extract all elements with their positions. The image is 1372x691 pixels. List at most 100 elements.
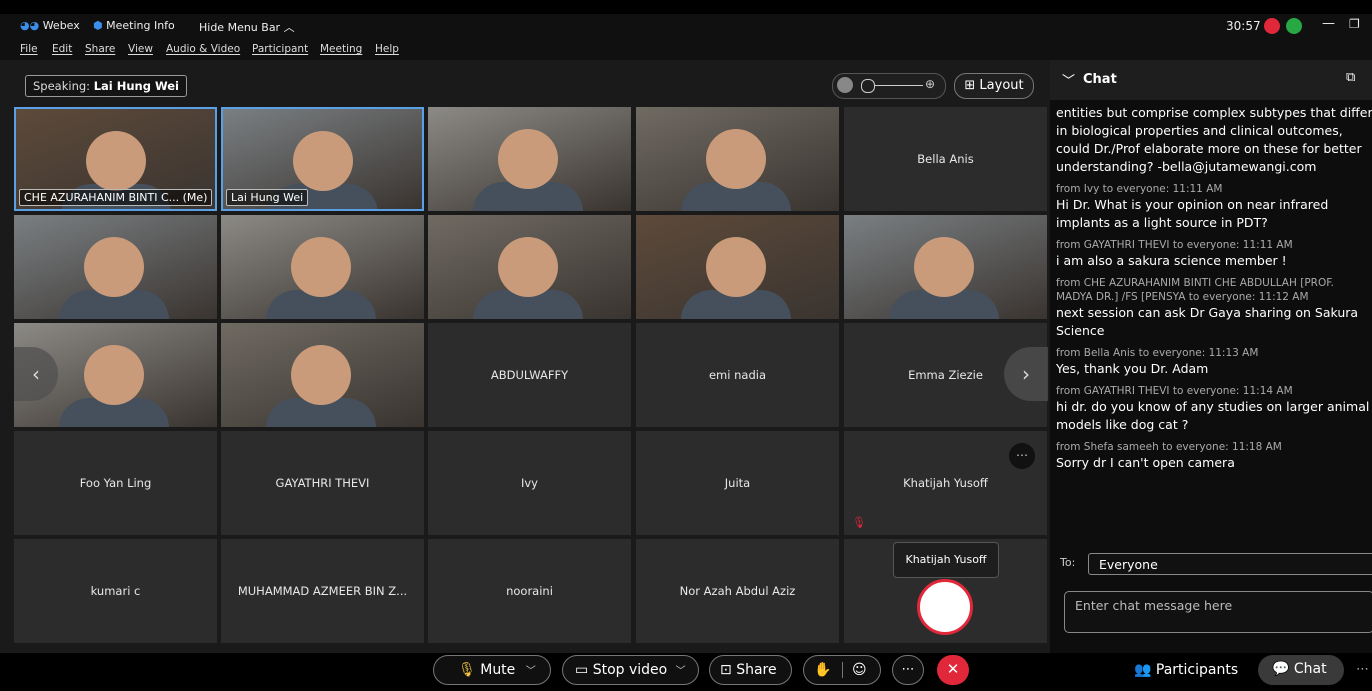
participant-tile[interactable]: Khatijah Yusoff ⋯ 🎙 — [844, 431, 1047, 535]
meeting-timer: 30:57 — [1226, 19, 1261, 33]
recording-icon[interactable] — [1264, 18, 1280, 34]
chat-message-text: implants as a light source in PDT? — [1056, 215, 1268, 230]
participant-tile[interactable] — [636, 215, 839, 319]
restore-icon[interactable]: ❐ — [1349, 17, 1360, 31]
chat-message-meta: from GAYATHRI THEVI to everyone: 11:14 A… — [1056, 385, 1293, 397]
chevron-up-icon: ︿ — [283, 21, 295, 34]
participant-name: emi nadia — [708, 368, 766, 382]
chevron-down-icon: ﹀ — [525, 666, 536, 677]
chat-input[interactable]: Enter chat message here — [1064, 591, 1372, 633]
share-screen-icon: ⊡ — [720, 662, 732, 678]
video-camera-icon: ▭ — [575, 662, 589, 678]
more-options-button[interactable]: ⋯ — [892, 655, 924, 685]
chat-message-text: i am also a sakura science member ! — [1056, 253, 1287, 268]
participant-name: Foo Yan Ling — [79, 476, 152, 490]
participant-name: GAYATHRI THEVI — [275, 476, 370, 490]
participants-button[interactable]: 👥 Participants — [1134, 662, 1238, 678]
chat-header: ﹀ Chat ⧉ — [1050, 60, 1372, 100]
participant-name: MUHAMMAD AZMEER BIN Z... — [237, 584, 408, 598]
participant-tile[interactable]: kumari c — [14, 539, 217, 643]
participant-tile[interactable] — [221, 215, 424, 319]
participant-video — [291, 237, 351, 297]
chat-message-meta: from Bella Anis to everyone: 11:13 AM — [1056, 347, 1259, 359]
participant-video — [498, 129, 558, 189]
chat-message-list[interactable]: entities but comprise complex subtypes t… — [1056, 104, 1372, 472]
participant-name: Juita — [724, 476, 751, 490]
overflow-icon[interactable]: ⋯ — [1356, 662, 1369, 677]
participant-tile[interactable]: nooraini — [428, 539, 631, 643]
zoom-handle[interactable] — [861, 79, 875, 93]
shield-icon: ⬢ — [93, 19, 103, 32]
chat-message-text: models like dog cat ? — [1056, 417, 1189, 432]
chat-message-text: Sorry dr I can't open camera — [1056, 455, 1235, 470]
chat-button[interactable]: 💬 Chat — [1258, 655, 1344, 685]
chat-message-text: entities but comprise complex subtypes t… — [1056, 105, 1372, 120]
chevron-down-icon: ﹀ — [675, 666, 686, 677]
participant-video — [706, 129, 766, 189]
participant-tile[interactable] — [428, 215, 631, 319]
participant-tile[interactable]: ABDULWAFFY — [428, 323, 631, 427]
chat-message-text: Hi Dr. What is your opinion on near infr… — [1056, 197, 1329, 212]
menu-file[interactable]: File — [20, 43, 38, 55]
menu-audio-video[interactable]: Audio & Video — [166, 43, 240, 55]
participant-tile[interactable] — [221, 323, 424, 427]
participant-tile[interactable]: Bella Anis — [844, 107, 1047, 211]
menu-meeting[interactable]: Meeting — [320, 43, 362, 55]
participant-tile[interactable] — [636, 107, 839, 211]
menu-edit[interactable]: Edit — [52, 43, 72, 55]
menu-help[interactable]: Help — [375, 43, 399, 55]
participant-name: Nor Azah Abdul Aziz — [679, 584, 796, 598]
chevron-down-icon[interactable]: ﹀ — [1062, 70, 1075, 89]
participant-tile[interactable]: emi nadia — [636, 323, 839, 427]
mute-button[interactable]: 🎙 Mute ﹀ — [433, 655, 551, 685]
participant-tile[interactable]: GAYATHRI THEVI — [221, 431, 424, 535]
chat-message-text: Science — [1056, 323, 1105, 338]
participant-video — [84, 345, 144, 405]
menu-participant[interactable]: Participant — [252, 43, 308, 55]
participant-tooltip: Khatijah Yusoff — [893, 542, 999, 578]
app-title[interactable]: ◕◕ Webex — [20, 19, 80, 32]
end-call-button[interactable]: ✕ — [937, 655, 969, 685]
chat-message-meta: from GAYATHRI THEVI to everyone: 11:11 A… — [1056, 239, 1293, 251]
menu-share[interactable]: Share — [85, 43, 115, 55]
participant-name: ABDULWAFFY — [490, 368, 569, 382]
avatar — [917, 579, 973, 635]
participant-tile[interactable]: Lai Hung Wei — [221, 107, 424, 211]
grid-icon: ⊞ — [964, 78, 976, 93]
participant-tile[interactable] — [14, 215, 217, 319]
emoji-reaction-icon[interactable]: ☺ — [852, 656, 867, 684]
layout-button[interactable]: ⊞ Layout — [954, 73, 1034, 99]
reactions-group: ✋ ☺ — [803, 655, 881, 685]
participant-video — [706, 237, 766, 297]
network-icon[interactable] — [1286, 18, 1302, 34]
menu-view[interactable]: View — [128, 43, 153, 55]
recipient-select[interactable]: Everyone — [1088, 553, 1372, 575]
hide-menu-bar-button[interactable]: Hide Menu Bar ︿ — [199, 19, 295, 35]
participant-tile[interactable] — [428, 107, 631, 211]
raise-hand-icon[interactable]: ✋ — [814, 656, 831, 684]
chat-recipient-row: To: Everyone — [1060, 553, 1372, 575]
participant-tile[interactable]: Nor Azah Abdul Aziz — [636, 539, 839, 643]
meeting-info-button[interactable]: ⬢ Meeting Info — [93, 19, 175, 32]
microphone-icon: 🎙 — [458, 662, 476, 678]
divider — [842, 662, 843, 678]
popout-icon[interactable]: ⧉ — [1346, 70, 1355, 85]
minimize-icon[interactable]: — — [1322, 16, 1335, 31]
control-bar: 🎙 Mute ﹀ ▭ Stop video ﹀ ⊡ Share ✋ ☺ ⋯ ✕ … — [0, 653, 1372, 691]
zoom-out-icon[interactable] — [837, 77, 853, 93]
zoom-slider[interactable]: ⊕ — [832, 73, 946, 99]
speaking-indicator: Speaking: Lai Hung Wei — [25, 75, 187, 97]
participant-tile[interactable]: MUHAMMAD AZMEER BIN Z... — [221, 539, 424, 643]
participant-tile[interactable] — [844, 215, 1047, 319]
participant-tile[interactable]: Ivy — [428, 431, 631, 535]
participant-video — [293, 131, 353, 191]
zoom-in-icon[interactable]: ⊕ — [925, 77, 935, 91]
webex-logo-icon: ◕◕ — [20, 19, 40, 32]
share-button[interactable]: ⊡ Share — [709, 655, 792, 685]
stop-video-button[interactable]: ▭ Stop video ﹀ — [562, 655, 699, 685]
participant-tile[interactable]: Juita — [636, 431, 839, 535]
more-options-icon[interactable]: ⋯ — [1009, 443, 1035, 469]
participant-tile[interactable]: Foo Yan Ling — [14, 431, 217, 535]
title-bar: ◕◕ Webex ⬢ Meeting Info Hide Menu Bar ︿ … — [0, 14, 1372, 40]
participant-tile[interactable]: CHE AZURAHANIM BINTI C... (Me) — [14, 107, 217, 211]
